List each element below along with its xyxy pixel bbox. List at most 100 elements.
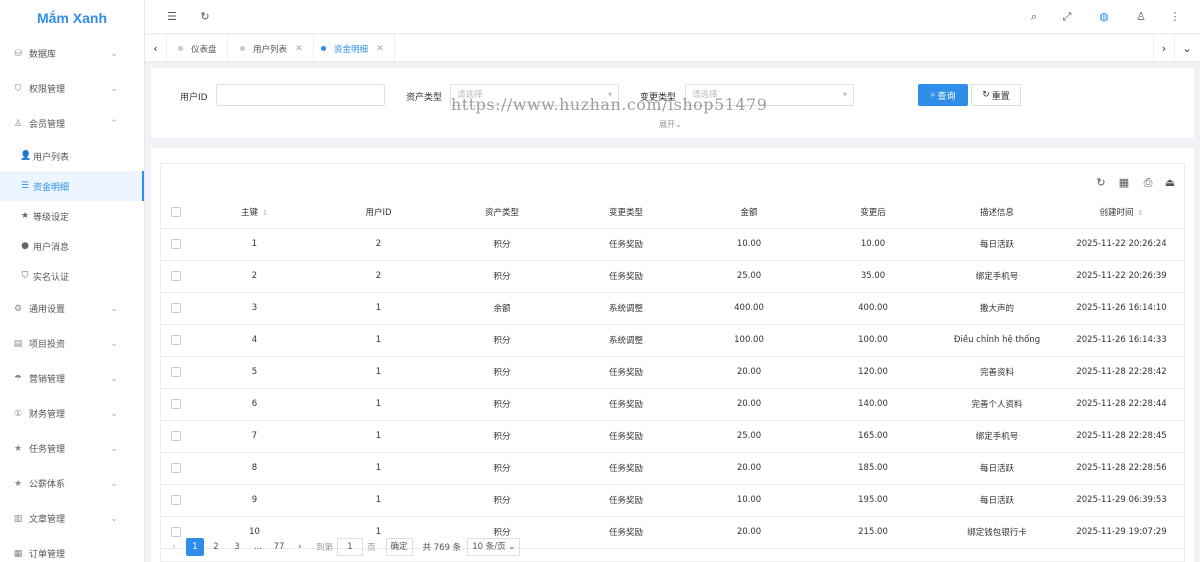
- sidebar-subitem-fund-details[interactable]: ☰ 资金明细: [0, 171, 144, 201]
- sidebar-item-marketing[interactable]: ☂ 营销管理 ⌄: [0, 361, 144, 396]
- row-checkbox[interactable]: [171, 430, 181, 441]
- row-checkbox[interactable]: [171, 494, 181, 505]
- sidebar-item-label: 财务管理: [29, 410, 66, 420]
- tab-user-list[interactable]: 用户列表 ✕: [230, 35, 314, 62]
- fullscreen-icon[interactable]: ⤢: [1059, 9, 1075, 25]
- page-button-1[interactable]: 1: [186, 538, 204, 556]
- goto-label: 到第: [316, 543, 334, 553]
- sidebar-subitem-verification[interactable]: ⛉ 实名认证: [0, 261, 144, 291]
- sidebar-subitem-level-settings[interactable]: ★ 等级设定: [0, 201, 144, 231]
- row-checkbox[interactable]: [171, 302, 181, 313]
- cell-change-type: 系统调整: [565, 292, 687, 325]
- table-row[interactable]: 7 1 积分 任务奖励 25.00 165.00 绑定手机号 2025-11-28 22:28…: [161, 420, 1184, 453]
- table-row[interactable]: 2 2 积分 任务奖励 25.00 35.00 绑定手机号 2025-11-22 20:26:…: [161, 260, 1184, 293]
- page-button-last[interactable]: 77: [270, 538, 288, 556]
- table-row[interactable]: 3 1 余额 系统调整 400.00 400.00 撒大声的 2025-11-26 16:14…: [161, 292, 1184, 325]
- tab-dashboard[interactable]: 仪表盘: [168, 35, 228, 62]
- sort-icon[interactable]: ⇕: [262, 209, 268, 217]
- sidebar: Mắm Xanh ⛁ 数据库 ⌄ ⛉ 权限管理 ⌄ ♙ 会员管理 ⌃ 👤 用户列…: [0, 0, 145, 562]
- cell-created-time: 2025-11-26 16:14:33: [1059, 324, 1184, 357]
- sidebar-item-label: 会员管理: [29, 120, 66, 130]
- prev-page-icon[interactable]: ‹: [165, 538, 183, 556]
- sidebar-item-orders[interactable]: ▦ 订单管理: [0, 536, 144, 562]
- row-checkbox[interactable]: [171, 238, 181, 249]
- sidebar-item-investment[interactable]: ▤ 项目投资 ⌄: [0, 326, 144, 361]
- sidebar-item-finance[interactable]: ① 财务管理 ⌄: [0, 396, 144, 431]
- select-all-checkbox[interactable]: [171, 206, 181, 217]
- sidebar-item-label: 数据库: [29, 50, 57, 60]
- row-checkbox[interactable]: [171, 270, 181, 281]
- sidebar-subitem-user-list[interactable]: 👤 用户列表: [0, 141, 144, 171]
- user-id-input[interactable]: [216, 84, 385, 106]
- cell-after-change: 120.00: [811, 356, 935, 389]
- chevron-down-icon: ⌄: [508, 542, 516, 552]
- chevron-down-icon[interactable]: ⌄: [1176, 35, 1198, 62]
- cell-created-time: 2025-11-28 22:28:42: [1059, 356, 1184, 389]
- row-checkbox[interactable]: [171, 334, 181, 345]
- sidebar-item-general-settings[interactable]: ⚙ 通用设置 ⌄: [0, 291, 144, 326]
- table-row[interactable]: 5 1 积分 任务奖励 20.00 120.00 完善资料 2025-11-28 22:28:…: [161, 356, 1184, 389]
- next-page-icon[interactable]: ›: [291, 538, 309, 556]
- sidebar-item-articles[interactable]: ▥ 文章管理 ⌄: [0, 501, 144, 536]
- sidebar-subitem-user-messages[interactable]: ● 用户消息: [0, 231, 144, 261]
- sidebar-item-database[interactable]: ⛁ 数据库 ⌄: [0, 36, 144, 71]
- sidebar-item-members[interactable]: ♙ 会员管理 ⌃: [0, 106, 144, 141]
- page-button-3[interactable]: 3: [228, 538, 246, 556]
- refresh-icon[interactable]: ↻: [1093, 175, 1109, 191]
- goto-confirm-button[interactable]: 确定: [385, 538, 413, 556]
- page-ellipsis[interactable]: ...: [249, 538, 267, 556]
- chevron-left-icon[interactable]: ‹: [145, 35, 167, 62]
- query-button[interactable]: ⌕ 查询: [918, 84, 968, 106]
- sidebar-item-label: 用户消息: [33, 242, 70, 253]
- goto-page-input[interactable]: 1: [337, 538, 364, 556]
- cell-created-time: 2025-11-28 22:28:56: [1059, 452, 1184, 485]
- sidebar-item-label: 任务管理: [29, 445, 66, 455]
- search-icon[interactable]: ⌕: [1026, 9, 1042, 25]
- row-select-cell: [161, 484, 191, 517]
- page-button-2[interactable]: 2: [207, 538, 225, 556]
- column-header-created-time[interactable]: 创建时间 ⇕: [1059, 196, 1184, 229]
- cell-description: 每日活跃: [935, 484, 1059, 517]
- sort-icon[interactable]: ⇕: [1138, 209, 1144, 217]
- expand-toggle[interactable]: 展开⌄: [659, 119, 682, 130]
- table-row[interactable]: 1 2 积分 任务奖励 10.00 10.00 每日活跃 2025-11-22 20:26:2…: [161, 228, 1184, 261]
- chevron-up-icon: ⌃: [110, 118, 118, 129]
- column-header-id[interactable]: 主键 ⇕: [191, 196, 318, 229]
- export-icon[interactable]: ⏏: [1162, 175, 1178, 191]
- more-icon[interactable]: ⋮: [1167, 9, 1183, 25]
- reset-button-label: 重置: [991, 91, 1010, 102]
- reset-button[interactable]: ↻ 重置: [971, 84, 1021, 106]
- asset-type-label: 资产类型: [406, 93, 443, 103]
- row-checkbox[interactable]: [171, 366, 181, 377]
- refresh-icon[interactable]: ↻: [197, 9, 213, 25]
- menu-fold-icon[interactable]: ☰: [164, 9, 180, 25]
- columns-icon[interactable]: ▦: [1116, 175, 1132, 191]
- sidebar-item-permissions[interactable]: ⛉ 权限管理 ⌄: [0, 71, 144, 106]
- row-checkbox[interactable]: [171, 526, 181, 537]
- page-size-select[interactable]: 10 条/页 ⌄: [467, 538, 521, 556]
- row-checkbox[interactable]: [171, 462, 181, 473]
- cell-amount: 20.00: [687, 356, 811, 389]
- table-row[interactable]: 6 1 积分 任务奖励 20.00 140.00 完善个人资料 2025-11-28 22:2…: [161, 388, 1184, 421]
- row-checkbox[interactable]: [171, 398, 181, 409]
- table-row[interactable]: 4 1 积分 系统调整 100.00 100.00 Điều chỉnh hệ thống 2…: [161, 324, 1184, 357]
- chevron-down-icon: ⌄: [110, 478, 118, 489]
- close-icon[interactable]: ✕: [295, 44, 303, 54]
- cell-description: Điều chỉnh hệ thống: [935, 324, 1059, 357]
- cell-user-id: 2: [318, 228, 439, 261]
- cell-asset-type: 余额: [439, 292, 565, 325]
- globe-icon[interactable]: ◍: [1096, 9, 1112, 25]
- tab-fund-details[interactable]: 资金明细 ✕: [311, 35, 395, 62]
- table-row[interactable]: 9 1 积分 任务奖励 10.00 195.00 每日活跃 2025-11-29 06:39:…: [161, 484, 1184, 517]
- print-icon[interactable]: ⎙: [1140, 175, 1156, 191]
- table-row[interactable]: 8 1 积分 任务奖励 20.00 185.00 每日活跃 2025-11-28 22:28:…: [161, 452, 1184, 485]
- sidebar-item-salary[interactable]: ★ 公薪体系 ⌄: [0, 466, 144, 501]
- cell-amount: 20.00: [687, 388, 811, 421]
- sidebar-item-tasks[interactable]: ★ 任务管理 ⌄: [0, 431, 144, 466]
- user-icon[interactable]: ♙: [1133, 9, 1149, 25]
- chevron-down-icon: ⌄: [110, 338, 118, 349]
- chevron-right-icon[interactable]: ›: [1153, 35, 1175, 62]
- table-container: ↻ ▦ ⎙ ⏏ 主键 ⇕ 用户ID 资产类型 变更类型 金额 变更后 描述信息 创…: [160, 163, 1185, 562]
- cell-description: 每日活跃: [935, 452, 1059, 485]
- close-icon[interactable]: ✕: [376, 44, 384, 54]
